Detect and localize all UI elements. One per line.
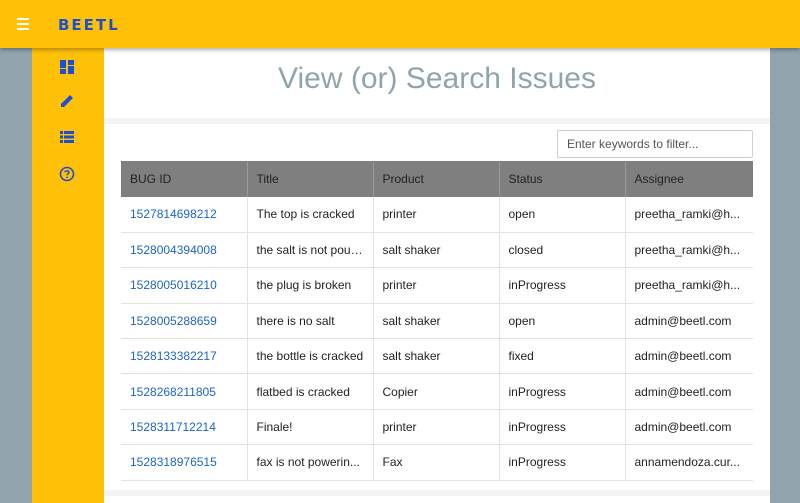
- bug-id-link[interactable]: 1528133382217: [130, 349, 217, 363]
- main-panel: View (or) Search Issues BUG ID Title Pro…: [104, 48, 770, 503]
- product-cell: salt shaker: [373, 232, 500, 269]
- hamburger-menu-icon[interactable]: [14, 16, 32, 32]
- dashboard-icon[interactable]: [56, 56, 78, 78]
- bug-id-link[interactable]: 1527814698212: [130, 207, 217, 221]
- title-cell: flatbed is cracked: [247, 373, 374, 410]
- bug-id-cell: 1528318976515: [121, 444, 248, 481]
- header-bug-id[interactable]: BUG ID: [121, 161, 248, 197]
- title-cell: Finale!: [247, 409, 374, 446]
- assignee-cell: preetha_ramki@h...: [625, 267, 753, 304]
- table-row[interactable]: 1528318976515 fax is not powerin... Fax inP…: [121, 444, 753, 481]
- header-status[interactable]: Status: [499, 161, 626, 197]
- bug-id-link[interactable]: 1528311712214: [130, 420, 216, 434]
- bottom-card-edge: [104, 496, 770, 503]
- assignee-cell: admin@beetl.com: [625, 338, 753, 375]
- status-cell: inProgress: [499, 409, 626, 446]
- assignee-cell: preetha_ramki@h...: [625, 197, 753, 233]
- title-cell: The top is cracked: [247, 197, 374, 233]
- assignee-cell: admin@beetl.com: [625, 409, 753, 446]
- status-cell: inProgress: [499, 444, 626, 481]
- product-cell: printer: [373, 409, 500, 446]
- table-row[interactable]: 1527814698212 The top is cracked printer op…: [121, 197, 753, 233]
- header-product[interactable]: Product: [373, 161, 500, 197]
- product-cell: Copier: [373, 373, 500, 410]
- bug-id-cell: 1528133382217: [121, 338, 248, 375]
- bug-id-cell: 1528311712214: [121, 409, 248, 446]
- status-cell: open: [499, 303, 626, 340]
- app-logo[interactable]: BEETL: [58, 16, 120, 34]
- top-app-bar: BEETL: [0, 0, 800, 48]
- title-card: View (or) Search Issues: [104, 48, 770, 118]
- table-row[interactable]: 1528133382217 the bottle is cracked salt s…: [121, 338, 753, 375]
- title-cell: fax is not powerin...: [247, 444, 374, 481]
- product-cell: printer: [373, 267, 500, 304]
- status-cell: inProgress: [499, 373, 626, 410]
- status-cell: closed: [499, 232, 626, 269]
- title-cell: the plug is broken: [247, 267, 374, 304]
- help-icon[interactable]: [56, 163, 78, 185]
- issues-card: BUG ID Title Product Status Assignee 152…: [104, 124, 770, 490]
- bug-id-cell: 1527814698212: [121, 197, 248, 233]
- header-title[interactable]: Title: [247, 161, 374, 197]
- list-icon[interactable]: [56, 126, 78, 148]
- header-assignee[interactable]: Assignee: [625, 161, 753, 197]
- product-cell: printer: [373, 197, 500, 233]
- pencil-icon[interactable]: [56, 90, 78, 112]
- status-cell: inProgress: [499, 267, 626, 304]
- assignee-cell: admin@beetl.com: [625, 373, 753, 410]
- title-cell: there is no salt: [247, 303, 374, 340]
- table-row[interactable]: 1528268211805 flatbed is cracked Copier inP…: [121, 373, 753, 410]
- bug-id-link[interactable]: 1528005016210: [130, 278, 217, 292]
- status-cell: fixed: [499, 338, 626, 375]
- bug-id-cell: 1528268211805: [121, 373, 248, 410]
- page-title: View (or) Search Issues: [278, 62, 596, 95]
- table-header-row: BUG ID Title Product Status Assignee: [121, 161, 753, 197]
- table-row[interactable]: 1528005288659 there is no salt salt shaker…: [121, 303, 753, 340]
- status-cell: open: [499, 197, 626, 233]
- assignee-cell: preetha_ramki@h...: [625, 232, 753, 269]
- title-cell: the bottle is cracked: [247, 338, 374, 375]
- filter-input[interactable]: [557, 130, 753, 158]
- table-row[interactable]: 1528311712214 Finale! printer inProgress adm…: [121, 409, 753, 446]
- bug-id-link[interactable]: 1528268211805: [130, 385, 216, 399]
- bug-id-link[interactable]: 1528004394008: [130, 243, 217, 257]
- table-row[interactable]: 1528005016210 the plug is broken printer in…: [121, 267, 753, 304]
- issues-table: BUG ID Title Product Status Assignee 152…: [121, 161, 753, 481]
- bug-id-cell: 1528004394008: [121, 232, 248, 269]
- bug-id-link[interactable]: 1528318976515: [130, 455, 217, 469]
- bug-id-cell: 1528005016210: [121, 267, 248, 304]
- assignee-cell: annamendoza.cur...: [625, 444, 753, 481]
- product-cell: salt shaker: [373, 303, 500, 340]
- product-cell: salt shaker: [373, 338, 500, 375]
- product-cell: Fax: [373, 444, 500, 481]
- title-cell: the salt is not pour...: [247, 232, 374, 269]
- bug-id-link[interactable]: 1528005288659: [130, 314, 217, 328]
- bug-id-cell: 1528005288659: [121, 303, 248, 340]
- assignee-cell: admin@beetl.com: [625, 303, 753, 340]
- sidebar: [32, 48, 104, 503]
- table-row[interactable]: 1528004394008 the salt is not pour... salt…: [121, 232, 753, 269]
